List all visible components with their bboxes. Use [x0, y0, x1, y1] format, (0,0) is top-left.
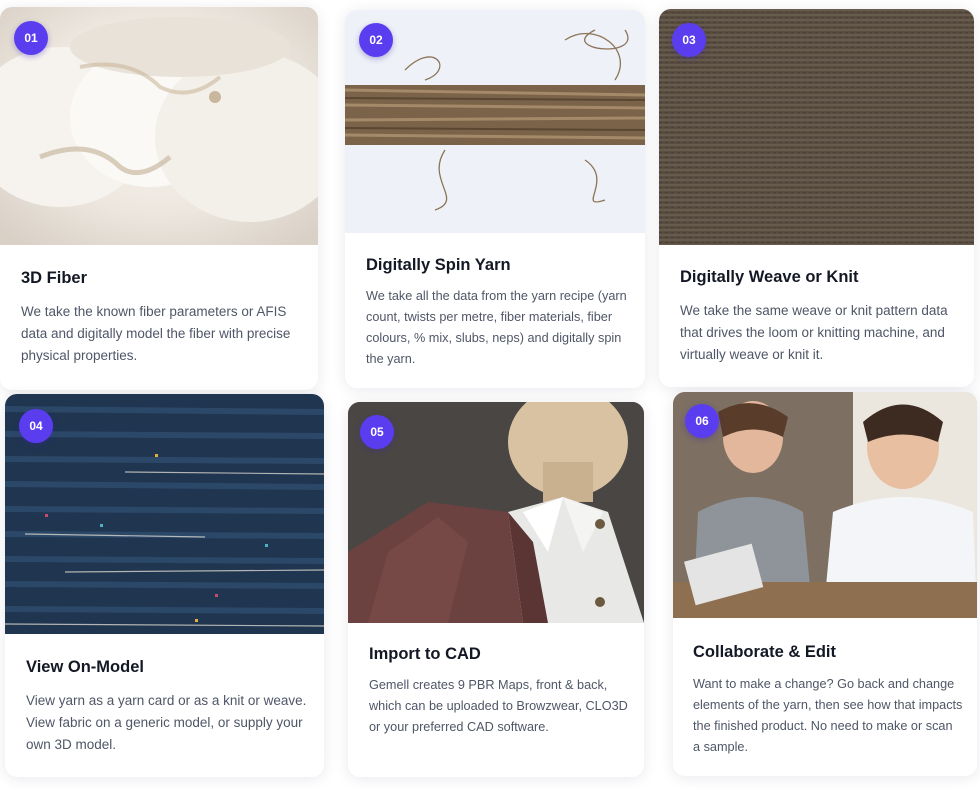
card-description: We take the same weave or knit pattern d…	[680, 303, 948, 362]
step-card-02: 02 Digitally Spin Yarn We take all the d…	[345, 10, 645, 388]
step-card-01: 01 3D Fiber We take the known fiber para…	[0, 7, 318, 390]
step-badge: 01	[14, 21, 48, 55]
collaborate-image	[673, 392, 977, 618]
card-title: Collaborate & Edit	[693, 643, 837, 661]
card-description: We take all the data from the yarn recip…	[366, 289, 627, 366]
step-card-06: 06 Collaborate & Edit Want to make a cha…	[673, 392, 977, 776]
step-badge: 04	[19, 409, 53, 443]
fiber-image	[0, 7, 318, 245]
step-card-04: 04 View On-Model View yarn as a yarn car…	[5, 394, 324, 777]
card-title: 3D Fiber	[21, 269, 88, 287]
card-description: View yarn as a yarn card or as a knit or…	[26, 693, 307, 752]
step-badge: 03	[672, 23, 706, 57]
card-description: Want to make a change? Go back and chang…	[693, 677, 963, 754]
card-title: Digitally Weave or Knit	[680, 268, 859, 286]
step-badge: 02	[359, 23, 393, 57]
card-title: View On-Model	[26, 658, 144, 676]
step-card-03: 03 Digitally Weave or Knit We take the s…	[659, 9, 974, 387]
card-description: Gemell creates 9 PBR Maps, front & back,…	[369, 678, 628, 734]
card-title: Import to CAD	[369, 645, 481, 663]
fabric-image	[659, 9, 974, 245]
card-title: Digitally Spin Yarn	[366, 256, 511, 274]
step-card-05: 05 Import to CAD Gemell creates 9 PBR Ma…	[348, 402, 644, 777]
step-badge: 06	[685, 404, 719, 438]
knit-image	[5, 394, 324, 634]
card-description: We take the known fiber parameters or AF…	[21, 304, 291, 363]
step-badge: 05	[360, 415, 394, 449]
